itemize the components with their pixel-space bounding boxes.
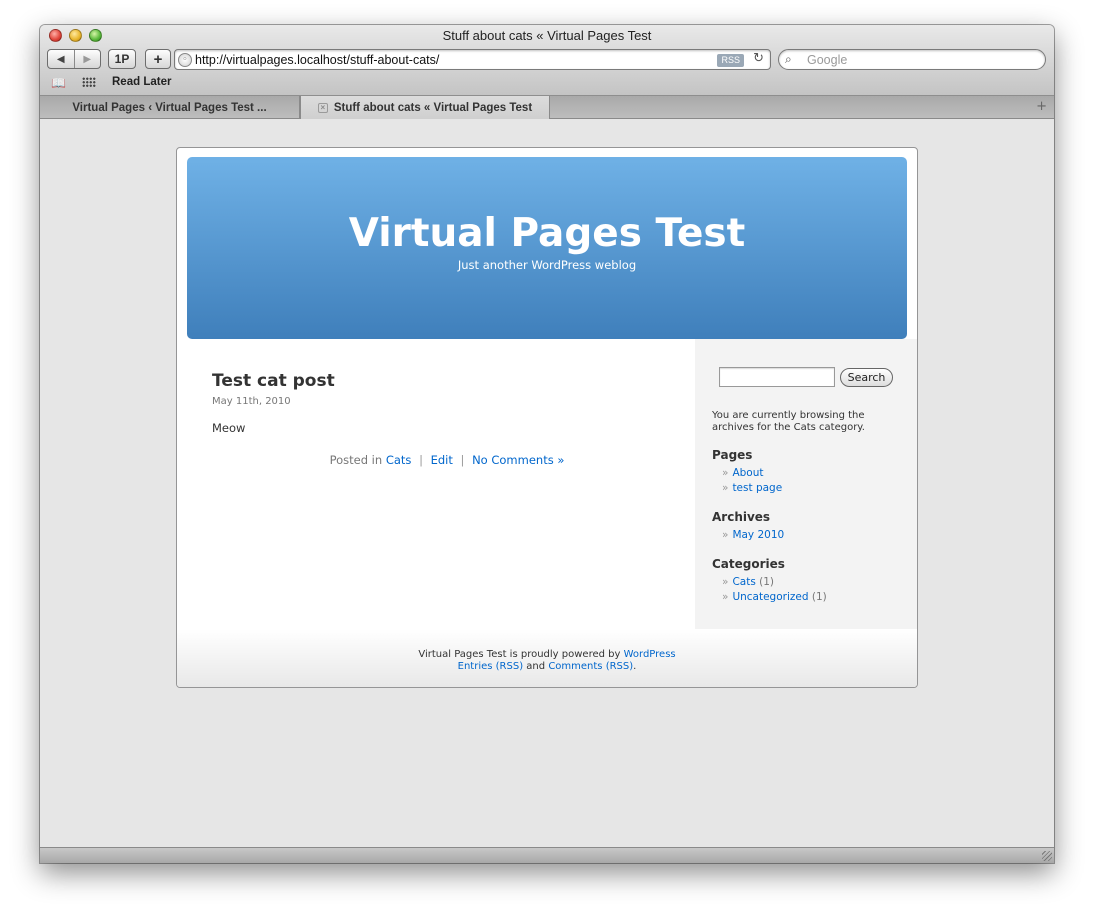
- bookmarks-book-icon[interactable]: 📖: [51, 76, 66, 90]
- category-link[interactable]: Cats: [386, 453, 412, 467]
- categories-item-cats[interactable]: » Cats (1): [722, 576, 774, 588]
- search-icon[interactable]: ⌕: [785, 52, 792, 67]
- search-field[interactable]: ⌕ Google: [778, 49, 1046, 70]
- blog-footer: Virtual Pages Test is proudly powered by…: [177, 629, 917, 687]
- categories-item-uncategorized[interactable]: » Uncategorized (1): [722, 591, 827, 603]
- browser-window: Stuff about cats « Virtual Pages Test ◀ …: [40, 25, 1054, 863]
- wordpress-link[interactable]: WordPress: [624, 649, 676, 660]
- comments-rss-link[interactable]: Comments (RSS): [548, 661, 633, 672]
- categories-heading: Categories: [712, 557, 785, 571]
- tab-label: Stuff about cats « Virtual Pages Test: [333, 101, 533, 114]
- reload-icon[interactable]: ↻: [753, 51, 764, 66]
- categories-item-label[interactable]: Cats: [732, 576, 755, 588]
- blog-page: Virtual Pages Test Just another WordPres…: [176, 147, 918, 688]
- post-meta: Posted in Cats | Edit | No Comments »: [212, 453, 682, 467]
- globe-icon: ◦: [178, 53, 192, 67]
- sidebar: Search You are currently browsing the ar…: [695, 339, 917, 629]
- bullet: »: [722, 591, 729, 603]
- search-placeholder: Google: [807, 53, 848, 67]
- footer-line-1: Virtual Pages Test is proudly powered by…: [177, 649, 917, 661]
- edit-link[interactable]: Edit: [431, 453, 453, 467]
- tab-label: Virtual Pages ‹ Virtual Pages Test ...: [72, 101, 267, 114]
- sidebar-search-input[interactable]: [719, 367, 835, 387]
- browser-chrome: Stuff about cats « Virtual Pages Test ◀ …: [40, 25, 1054, 96]
- status-bar: [40, 847, 1054, 863]
- pages-item-label[interactable]: test page: [732, 482, 782, 494]
- categories-item-label[interactable]: Uncategorized: [732, 591, 808, 603]
- navigation-buttons: ◀ ▶: [47, 49, 101, 69]
- forward-button[interactable]: ▶: [73, 50, 101, 68]
- blog-description: Just another WordPress weblog: [457, 258, 637, 272]
- and-text: and: [526, 661, 546, 672]
- read-later-bookmark[interactable]: Read Later: [112, 76, 171, 88]
- bullet: »: [722, 576, 729, 588]
- comments-link[interactable]: No Comments »: [472, 453, 564, 467]
- pages-item-label[interactable]: About: [732, 467, 763, 479]
- archives-heading: Archives: [712, 510, 771, 524]
- pages-item-test-page[interactable]: » test page: [722, 482, 782, 494]
- tab-bar: Virtual Pages ‹ Virtual Pages Test ... ×…: [40, 96, 1054, 119]
- archives-item-label[interactable]: May 2010: [732, 529, 784, 541]
- footer-line-2: Entries (RSS) and Comments (RSS).: [177, 661, 917, 673]
- add-bookmark-button[interactable]: +: [145, 49, 171, 69]
- resize-grip-icon[interactable]: [1042, 851, 1052, 861]
- rss-button[interactable]: RSS: [717, 54, 744, 67]
- sidebar-search-button[interactable]: Search: [840, 368, 893, 387]
- pages-item-about[interactable]: » About: [722, 467, 763, 479]
- top-sites-grid-icon[interactable]: [82, 77, 96, 88]
- address-bar[interactable]: ◦ http://virtualpages.localhost/stuff-ab…: [174, 49, 771, 70]
- bullet: »: [722, 467, 729, 479]
- web-viewport: Virtual Pages Test Just another WordPres…: [40, 120, 1054, 847]
- close-tab-icon[interactable]: ×: [317, 102, 328, 113]
- separator: |: [419, 453, 423, 467]
- post: Test cat post May 11th, 2010 Meow Posted…: [212, 371, 682, 467]
- onepassword-button[interactable]: 1P: [108, 49, 136, 69]
- url-text[interactable]: http://virtualpages.localhost/stuff-abou…: [195, 53, 439, 67]
- category-count: (1): [811, 591, 827, 603]
- browsing-notice: You are currently browsing the archives …: [712, 410, 865, 433]
- post-title[interactable]: Test cat post: [212, 371, 682, 391]
- back-button[interactable]: ◀: [48, 50, 74, 68]
- entries-rss-link[interactable]: Entries (RSS): [458, 661, 523, 672]
- blog-title[interactable]: Virtual Pages Test: [187, 211, 907, 256]
- separator: |: [460, 453, 465, 467]
- posted-in-label: Posted in: [329, 453, 383, 467]
- post-body: Meow: [212, 421, 246, 435]
- tab-virtual-pages[interactable]: Virtual Pages ‹ Virtual Pages Test ...: [40, 96, 300, 119]
- blog-header: Virtual Pages Test Just another WordPres…: [187, 157, 907, 339]
- category-count: (1): [759, 576, 775, 588]
- new-tab-icon[interactable]: +: [1036, 99, 1047, 114]
- archives-item-may-2010[interactable]: » May 2010: [722, 529, 784, 541]
- bullet: »: [722, 482, 729, 494]
- bullet: »: [722, 529, 729, 541]
- tab-stuff-about-cats[interactable]: × Stuff about cats « Virtual Pages Test: [300, 96, 550, 119]
- pages-heading: Pages: [712, 448, 753, 462]
- powered-by-text: Virtual Pages Test is proudly powered by: [418, 649, 621, 660]
- post-date: May 11th, 2010: [212, 396, 291, 407]
- window-title: Stuff about cats « Virtual Pages Test: [442, 28, 652, 43]
- period-text: .: [633, 661, 637, 672]
